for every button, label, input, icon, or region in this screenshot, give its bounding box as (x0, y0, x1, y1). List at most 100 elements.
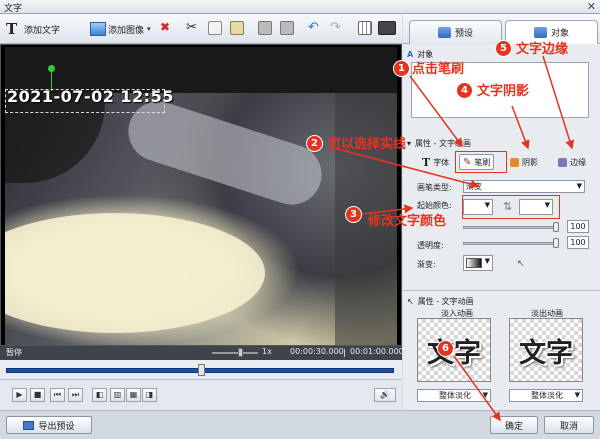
text-icon: T (6, 20, 18, 38)
total-time: 00:01:00.000 (350, 347, 404, 356)
copy-icon[interactable] (208, 21, 222, 35)
tab-preset-label: 预设 (454, 29, 473, 39)
transparency-slider-knob[interactable] (553, 238, 559, 248)
cursor-pointer-icon: ↖ (517, 259, 525, 269)
dropdown-arrow-icon[interactable]: ▾ (147, 25, 151, 33)
annotation-badge-2: 2 (306, 135, 323, 152)
prev-button[interactable]: ⏮ (50, 388, 65, 402)
gradient-label: 渐变: (417, 260, 436, 269)
annotation-text-1: 点击笔刷 (412, 62, 465, 77)
undo-icon[interactable]: ↶ (308, 21, 322, 35)
add-text-button[interactable]: T 添加文字 (6, 20, 60, 38)
add-text-label: 添加文字 (24, 25, 61, 36)
annotation-text-3: 修改文字颜色 (368, 214, 447, 229)
layer-up-icon[interactable] (258, 21, 272, 35)
annotation-badge-5: 5 (495, 40, 512, 57)
display-mode-icon[interactable] (378, 21, 396, 35)
grid-icon[interactable] (358, 21, 372, 35)
next-button[interactable]: ⏭ (68, 388, 83, 402)
paste-icon[interactable] (230, 21, 244, 35)
bottom-bar: 导出预设 确定 取消 (0, 410, 600, 439)
anim-section-header: ↖ 属性 - 文字动画 (407, 294, 474, 308)
align-right-icon[interactable]: ◨ (142, 388, 157, 402)
annotation-badge-6: 6 (437, 340, 454, 357)
preset-icon (437, 27, 451, 38)
edge-icon (558, 157, 567, 167)
video-frame (5, 93, 397, 345)
fade-out-preview[interactable]: 文字 (509, 318, 583, 382)
shadow-icon (510, 157, 519, 167)
annotation-text-5: 文字边缘 (516, 42, 569, 57)
speed-slider-knob[interactable] (238, 348, 243, 357)
redo-icon[interactable]: ↷ (330, 21, 344, 35)
cut-icon[interactable]: ✂ (186, 21, 200, 35)
status-text: 暂停 (6, 348, 22, 357)
export-icon (23, 420, 35, 430)
align-distribute-icon[interactable]: ▦ (126, 388, 141, 402)
annotation-badge-3: 3 (345, 206, 362, 223)
image-icon (90, 22, 106, 36)
font-icon: T (422, 155, 431, 169)
add-image-button[interactable]: 添加图像 ▾ (90, 20, 151, 38)
transparency-label: 透明度: (417, 241, 444, 250)
add-image-label: 添加图像 (108, 25, 145, 36)
chevron-down-icon: ▼ (482, 391, 488, 399)
play-button[interactable]: ▶ (12, 388, 27, 402)
opacity-slider-1-knob[interactable] (553, 222, 559, 232)
current-time: 00:00:30.000 (290, 347, 344, 356)
delete-icon[interactable]: ✖ (160, 21, 174, 35)
time-separator (344, 349, 345, 357)
close-icon[interactable]: ✕ (587, 0, 596, 13)
toolbar: T 添加文字 添加图像 ▾ ✖ ✂ ↶ ↷ (0, 14, 402, 44)
timestamp-text-object[interactable]: 2021-07-02 12:55 (7, 87, 174, 106)
timeline-knob[interactable] (198, 364, 205, 376)
title-bar: 文字 ✕ (0, 0, 600, 14)
text-style-section-header: ▾ 属性 - 文字绘画 (407, 136, 471, 150)
video-preview[interactable]: 2021-07-02 12:55 (0, 44, 402, 346)
volume-icon[interactable]: 🔊 (374, 388, 396, 402)
text-style-section-title: 属性 - 文字绘画 (415, 138, 471, 148)
opacity-slider-1[interactable] (463, 226, 559, 229)
fade-in-select[interactable]: 整体淡化 ▼ (417, 389, 491, 402)
window-title: 文字 (4, 4, 23, 14)
anim-section-title: 属性 - 文字动画 (417, 296, 474, 306)
subtab-edge[interactable]: 边缘 (555, 154, 589, 170)
fade-in-preview[interactable]: 文字 (417, 318, 491, 382)
align-center-icon[interactable]: ▥ (110, 388, 125, 402)
subtab-font[interactable]: T 字体 (419, 154, 452, 170)
divider (403, 290, 600, 291)
playback-controls: ▶ ■ ⏮ ⏭ ◧ ▥ ▦ ◨ 🔊 (0, 380, 402, 410)
layer-down-icon[interactable] (280, 21, 294, 35)
ok-button[interactable]: 确定 (490, 416, 538, 434)
transparency-slider[interactable] (463, 242, 559, 245)
tab-preset[interactable]: 预设 (409, 20, 502, 44)
speed-slider[interactable] (212, 352, 258, 354)
fade-out-select[interactable]: 整体淡化 ▼ (509, 389, 583, 402)
rotate-handle[interactable] (48, 65, 55, 72)
export-preset-button[interactable]: 导出预设 (6, 416, 92, 434)
chevron-down-icon: ▼ (574, 391, 580, 399)
annotation-text-4: 文字阴影 (477, 84, 530, 99)
timeline[interactable] (0, 360, 402, 380)
stop-button[interactable]: ■ (30, 388, 45, 402)
annotation-badge-4: 4 (456, 82, 473, 99)
cancel-button[interactable]: 取消 (544, 416, 594, 434)
highlight-color-pickers (462, 195, 560, 219)
highlight-brush-tab (455, 151, 507, 173)
chevron-down-icon: ▼ (484, 257, 490, 265)
subtab-shadow[interactable]: 阴影 (507, 154, 541, 170)
gradient-picker[interactable]: ▼ (463, 255, 493, 271)
align-left-icon[interactable]: ◧ (92, 388, 107, 402)
pointer-icon: ↖ (407, 296, 414, 306)
annotation-badge-1: 1 (393, 60, 410, 77)
playback-status-bar: 暂停 1x 00:00:30.000 00:01:00.000 (0, 346, 404, 360)
speed-value: 1x (262, 347, 272, 356)
object-icon (533, 27, 547, 38)
chevron-down-icon[interactable]: ▾ (407, 139, 411, 148)
annotation-text-2: 可以选择实线 (328, 137, 407, 152)
opacity-value-2[interactable]: 100 (567, 236, 589, 249)
brush-type-label: 画笔类型: (417, 183, 452, 192)
chevron-down-icon: ▼ (576, 182, 582, 190)
opacity-value-1[interactable]: 100 (567, 220, 589, 233)
brush-type-select[interactable]: 渐变 ▼ (463, 180, 585, 193)
